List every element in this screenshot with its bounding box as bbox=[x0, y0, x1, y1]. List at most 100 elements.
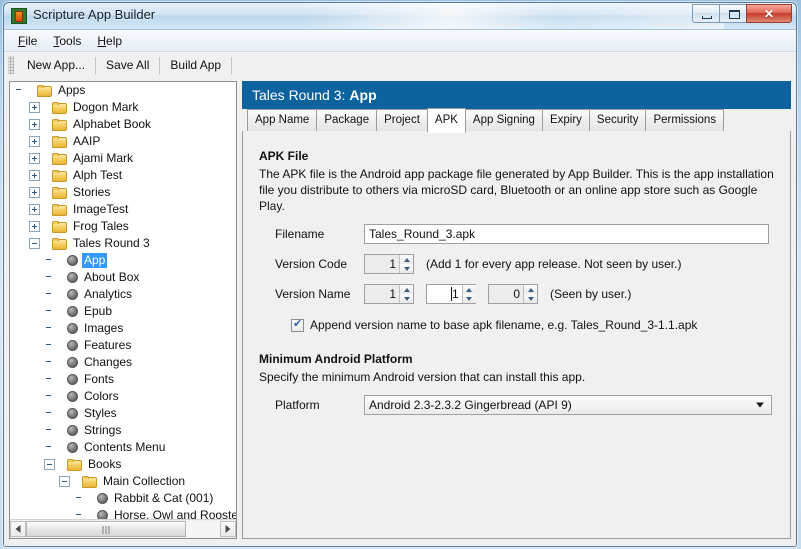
version-name-patch-stepper[interactable]: 0 bbox=[488, 284, 538, 304]
tab-label: APK bbox=[435, 114, 458, 126]
tree-item-main-collection[interactable]: Main Collection bbox=[10, 473, 236, 490]
tree-item-app[interactable]: App bbox=[10, 252, 236, 269]
tab-label: App Signing bbox=[473, 114, 535, 126]
tab-bar[interactable]: App Name Package Project APK App Signing Expi… bbox=[242, 109, 791, 132]
tree-item-alph-test[interactable]: Alph Test bbox=[10, 167, 236, 184]
collapse-icon[interactable] bbox=[29, 238, 40, 249]
maximize-button[interactable] bbox=[719, 4, 747, 23]
stepper-down-icon bbox=[400, 294, 413, 303]
toolbar-drag-handle[interactable] bbox=[8, 56, 14, 74]
panel-header-prefix: Tales Round 3: bbox=[252, 87, 345, 103]
scroll-right-arrow-icon[interactable] bbox=[220, 521, 236, 537]
tree-item-stories[interactable]: Stories bbox=[10, 184, 236, 201]
tree-item-features[interactable]: Features bbox=[10, 337, 236, 354]
expand-icon[interactable] bbox=[29, 221, 40, 232]
tree-item-label: Alph Test bbox=[71, 168, 124, 183]
tab-package[interactable]: Package bbox=[316, 109, 377, 131]
tree-item-apps[interactable]: Apps bbox=[10, 82, 236, 99]
tree-guide-line bbox=[72, 481, 82, 482]
stepper-up-icon bbox=[463, 285, 476, 294]
tree-item-frog-tales[interactable]: Frog Tales bbox=[10, 218, 236, 235]
tree-item-ajami-mark[interactable]: Ajami Mark bbox=[10, 150, 236, 167]
new-app-button[interactable]: New App... bbox=[18, 54, 94, 76]
filename-label: Filename bbox=[259, 227, 364, 241]
node-bullet-icon bbox=[97, 493, 108, 504]
tree-item-label: Features bbox=[82, 338, 133, 353]
tree-item-imagetest[interactable]: ImageTest bbox=[10, 201, 236, 218]
expand-icon[interactable] bbox=[29, 102, 40, 113]
close-button[interactable]: ✕ bbox=[746, 4, 792, 23]
expand-icon[interactable] bbox=[29, 204, 40, 215]
collapse-icon[interactable] bbox=[59, 476, 70, 487]
tree-item-analytics[interactable]: Analytics bbox=[10, 286, 236, 303]
tab-project[interactable]: Project bbox=[376, 109, 428, 131]
minimize-button[interactable] bbox=[692, 4, 720, 23]
project-tree-panel: AppsDogon Mark Alphabet Book AAIPAjami Mar… bbox=[9, 81, 237, 539]
expand-icon[interactable] bbox=[29, 119, 40, 130]
tree-item-about-box[interactable]: About Box bbox=[10, 269, 236, 286]
platform-section-description: Specify the minimum Android version that… bbox=[259, 369, 774, 385]
tree-guide-line bbox=[87, 515, 97, 516]
scroll-thumb[interactable] bbox=[26, 521, 186, 537]
tree-item-styles[interactable]: Styles bbox=[10, 405, 236, 422]
version-name-minor-stepper[interactable]: 1 bbox=[426, 284, 476, 304]
node-bullet-icon bbox=[67, 340, 78, 351]
tree-item-label: AAIP bbox=[71, 134, 102, 149]
save-all-button[interactable]: Save All bbox=[97, 54, 158, 76]
build-app-button[interactable]: Build App bbox=[161, 54, 230, 76]
tab-label: Permissions bbox=[653, 114, 716, 126]
stepper-arrows[interactable] bbox=[399, 285, 413, 303]
collapse-icon[interactable] bbox=[44, 459, 55, 470]
node-bullet-icon bbox=[67, 425, 78, 436]
platform-label: Platform bbox=[259, 398, 364, 412]
expand-icon[interactable] bbox=[29, 136, 40, 147]
tree-item-books[interactable]: Books bbox=[10, 456, 236, 473]
tab-app-name[interactable]: App Name bbox=[247, 109, 317, 131]
tree-horizontal-scrollbar[interactable] bbox=[10, 519, 236, 538]
tree-item-epub[interactable]: Epub bbox=[10, 303, 236, 320]
tree-spacer bbox=[44, 340, 55, 351]
tree-item-rabbit-cat-001[interactable]: Rabbit & Cat (001) bbox=[10, 490, 236, 507]
application-window: Scripture App Builder ✕ File Tools Help … bbox=[3, 2, 797, 547]
menu-tools[interactable]: Tools bbox=[45, 32, 89, 50]
filename-input[interactable]: Tales_Round_3.apk bbox=[364, 224, 769, 244]
tree-item-changes[interactable]: Changes bbox=[10, 354, 236, 371]
version-code-stepper[interactable]: 1 bbox=[364, 254, 414, 274]
tree-item-images[interactable]: Images bbox=[10, 320, 236, 337]
version-name-major-stepper[interactable]: 1 bbox=[364, 284, 414, 304]
expand-icon[interactable] bbox=[29, 153, 40, 164]
tree-guide-line bbox=[27, 90, 37, 91]
tab-app-signing[interactable]: App Signing bbox=[465, 109, 543, 131]
tab-apk[interactable]: APK bbox=[427, 108, 466, 133]
scroll-left-arrow-icon[interactable] bbox=[10, 521, 26, 537]
tab-permissions[interactable]: Permissions bbox=[645, 109, 724, 131]
tree-item-strings[interactable]: Strings bbox=[10, 422, 236, 439]
stepper-arrows[interactable] bbox=[462, 285, 476, 303]
tree-item-label: Alphabet Book bbox=[71, 117, 153, 132]
tree-item-label: Dogon Mark bbox=[71, 100, 140, 115]
tree-spacer bbox=[44, 306, 55, 317]
tree-item-contents-menu[interactable]: Contents Menu bbox=[10, 439, 236, 456]
append-version-checkbox[interactable] bbox=[291, 319, 304, 332]
append-version-row[interactable]: Append version name to base apk filename… bbox=[259, 318, 774, 332]
project-tree[interactable]: AppsDogon Mark Alphabet Book AAIPAjami Mar… bbox=[10, 82, 236, 519]
tab-security[interactable]: Security bbox=[589, 109, 647, 131]
stepper-arrows[interactable] bbox=[399, 255, 413, 273]
tree-item-dogon-mark[interactable]: Dogon Mark bbox=[10, 99, 236, 116]
platform-dropdown[interactable]: Android 2.3-2.3.2 Gingerbread (API 9) bbox=[364, 395, 772, 415]
tree-item-horse-owl-and-rooster[interactable]: Horse, Owl and Rooster ( bbox=[10, 507, 236, 519]
menu-help[interactable]: Help bbox=[89, 32, 130, 50]
tree-item-alphabet-book[interactable]: Alphabet Book bbox=[10, 116, 236, 133]
tab-expiry[interactable]: Expiry bbox=[542, 109, 590, 131]
tree-item-tales-round-3[interactable]: Tales Round 3 bbox=[10, 235, 236, 252]
tree-item-colors[interactable]: Colors bbox=[10, 388, 236, 405]
apk-section-description: The APK file is the Android app package … bbox=[259, 166, 774, 214]
tree-item-aaip[interactable]: AAIP bbox=[10, 133, 236, 150]
tab-label: Package bbox=[324, 114, 369, 126]
menu-file[interactable]: File bbox=[10, 32, 45, 50]
expand-icon[interactable] bbox=[29, 170, 40, 181]
tree-item-fonts[interactable]: Fonts bbox=[10, 371, 236, 388]
stepper-arrows[interactable] bbox=[523, 285, 537, 303]
scroll-track[interactable] bbox=[26, 521, 220, 537]
expand-icon[interactable] bbox=[29, 187, 40, 198]
